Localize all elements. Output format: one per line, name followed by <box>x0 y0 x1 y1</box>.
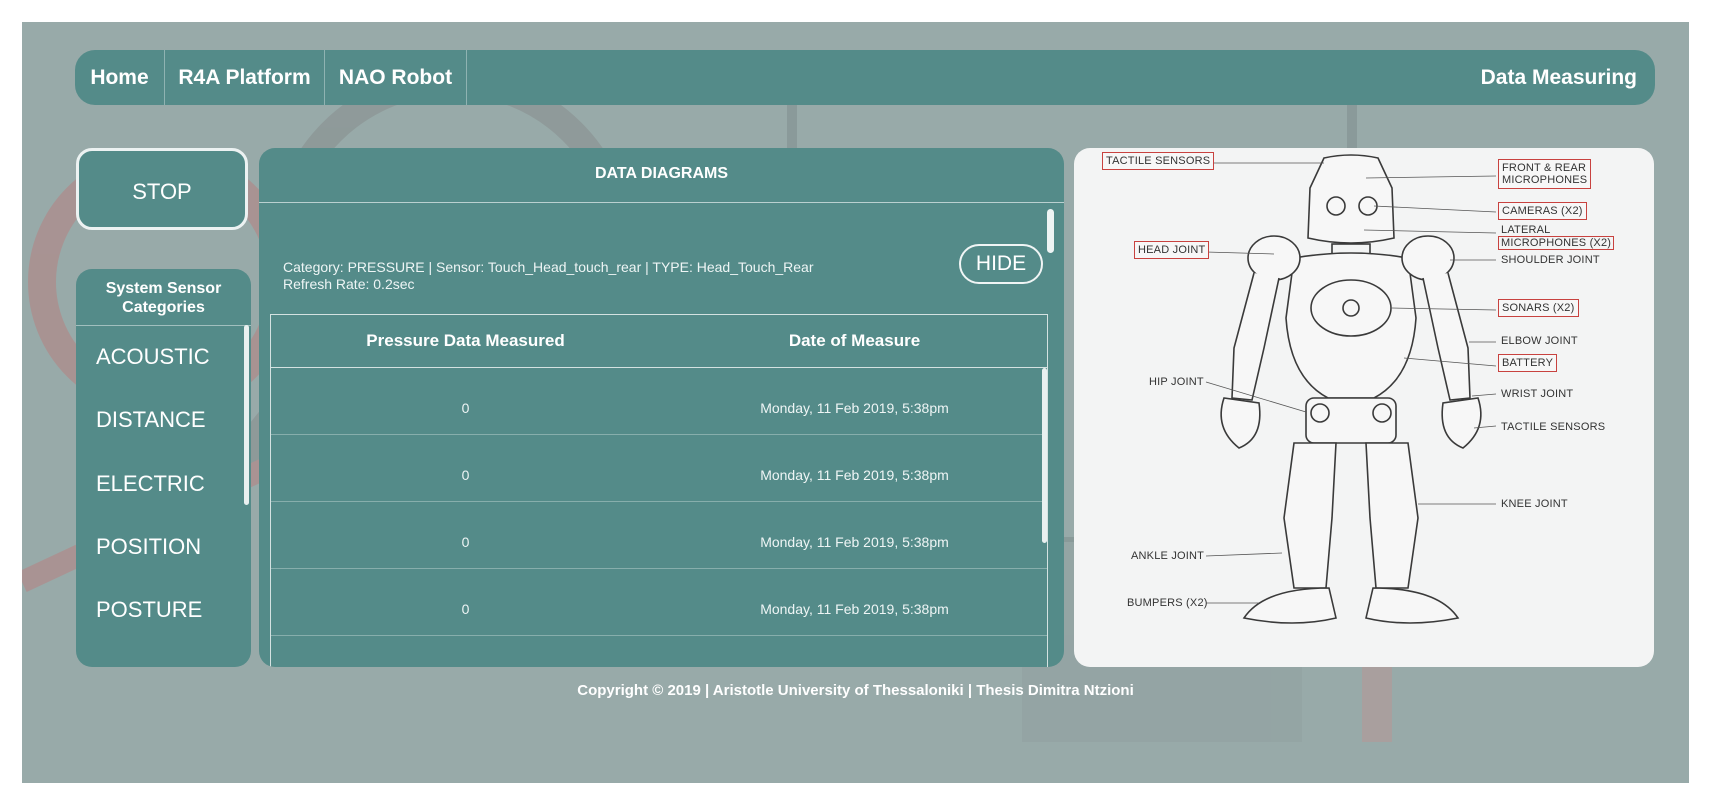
app-window: Home R4A Platform NAO Robot Data Measuri… <box>22 22 1689 783</box>
refresh-rate-text: Refresh Rate: 0.2sec <box>283 276 415 292</box>
pressure-cell: 0 <box>461 601 470 617</box>
table-row: 0 Monday, 11 Feb 2019, 5:38pm <box>271 569 1047 636</box>
panel-scrollbar[interactable] <box>1047 209 1054 253</box>
callout-line <box>1205 552 1283 557</box>
label-hip-joint: HIP JOINT <box>1149 376 1204 388</box>
label-tactile-sensors-head: TACTILE SENSORS <box>1102 152 1215 170</box>
hide-button[interactable]: HIDE <box>959 244 1043 284</box>
robot-head <box>1307 154 1395 244</box>
pressure-cell: 0 <box>461 400 470 416</box>
label-knee-joint: KNEE JOINT <box>1501 498 1568 510</box>
date-cell: Monday, 11 Feb 2019, 5:38pm <box>760 467 949 483</box>
robot-leg-right <box>1365 442 1419 589</box>
sidebar-item-position[interactable]: POSITION <box>96 534 201 560</box>
robot-arm-left <box>1231 272 1280 401</box>
robot-hand-right <box>1441 397 1482 449</box>
label-bumpers: BUMPERS (X2) <box>1127 597 1208 609</box>
sidebar-scrollbar[interactable] <box>244 325 249 505</box>
table-scrollbar[interactable] <box>1042 368 1047 543</box>
label-line: LATERAL <box>1501 224 1551 236</box>
nav-home-link[interactable]: Home <box>75 50 165 105</box>
table-row: 0 Monday, 11 Feb 2019, 5:38pm <box>271 368 1047 435</box>
robot-leg-left <box>1283 442 1337 589</box>
sidebar-item-electric[interactable]: ELECTRIC <box>96 471 205 497</box>
data-diagrams-panel: DATA DIAGRAMS Category: PRESSURE | Senso… <box>259 148 1064 667</box>
label-ankle-joint: ANKLE JOINT <box>1131 550 1205 562</box>
robot-arm-right <box>1422 272 1471 401</box>
sidebar-item-acoustic[interactable]: ACOUSTIC <box>96 344 210 370</box>
sidebar-title-text: System Sensor Categories <box>105 280 222 316</box>
sidebar-item-distance[interactable]: DISTANCE <box>96 407 206 433</box>
label-line: MICROPHONES (X2) <box>1498 236 1615 250</box>
column-header-date: Date of Measure <box>788 331 921 350</box>
sidebar-title: System Sensor Categories <box>76 269 251 326</box>
label-elbow-joint: ELBOW JOINT <box>1501 335 1578 347</box>
page-title: Data Measuring <box>1480 66 1637 89</box>
table-row: 0 Monday, 11 Feb 2019, 5:38pm <box>271 435 1047 502</box>
stop-button[interactable]: STOP <box>76 148 248 230</box>
date-cell: Monday, 11 Feb 2019, 5:38pm <box>760 534 949 550</box>
robot-foot-right <box>1365 587 1460 624</box>
label-lateral-microphones: LATERAL MICROPHONES (X2) <box>1498 224 1615 250</box>
label-tactile-sensors-hand: TACTILE SENSORS <box>1501 421 1606 433</box>
top-navbar: Home R4A Platform NAO Robot Data Measuri… <box>75 50 1655 105</box>
label-head-joint: HEAD JOINT <box>1134 241 1210 259</box>
pressure-cell: 0 <box>461 467 470 483</box>
robot-diagram-panel: TACTILE SENSORS FRONT & REAR MICROPHONES… <box>1074 148 1654 667</box>
table-row: 0 Monday, 11 Feb 2019, 5:38pm <box>271 502 1047 569</box>
column-header-pressure: Pressure Data Measured <box>366 331 565 350</box>
sensor-meta-line: Category: PRESSURE | Sensor: Touch_Head_… <box>283 259 814 275</box>
footer-copyright: Copyright © 2019 | Aristotle University … <box>577 682 1134 699</box>
nav-r4a-platform-link[interactable]: R4A Platform <box>165 50 325 105</box>
measurements-table: Pressure Data Measured Date of Measure 0… <box>270 314 1048 667</box>
label-shoulder-joint: SHOULDER JOINT <box>1501 254 1600 266</box>
robot-foot-left <box>1242 587 1337 624</box>
callout-line <box>1471 393 1497 397</box>
label-battery: BATTERY <box>1498 354 1558 372</box>
label-wrist-joint: WRIST JOINT <box>1501 388 1574 400</box>
sidebar-item-posture[interactable]: POSTURE <box>96 597 202 623</box>
date-cell: Monday, 11 Feb 2019, 5:38pm <box>760 400 949 416</box>
sensor-categories-sidebar: System Sensor Categories ACOUSTIC DISTAN… <box>76 269 251 667</box>
robot-torso <box>1285 252 1417 399</box>
label-sonars: SONARS (X2) <box>1498 299 1579 317</box>
robot-hand-left <box>1220 397 1261 449</box>
sensor-meta: Category: PRESSURE | Sensor: Touch_Head_… <box>283 259 814 293</box>
panel-title: DATA DIAGRAMS <box>259 148 1064 203</box>
label-line: MICROPHONES <box>1502 174 1588 186</box>
label-front-rear-microphones: FRONT & REAR MICROPHONES <box>1498 159 1592 189</box>
label-cameras: CAMERAS (X2) <box>1498 202 1587 220</box>
nav-nao-robot-link[interactable]: NAO Robot <box>325 50 467 105</box>
date-cell: Monday, 11 Feb 2019, 5:38pm <box>760 601 949 617</box>
pressure-cell: 0 <box>461 534 470 550</box>
label-line: FRONT & REAR <box>1502 162 1587 174</box>
